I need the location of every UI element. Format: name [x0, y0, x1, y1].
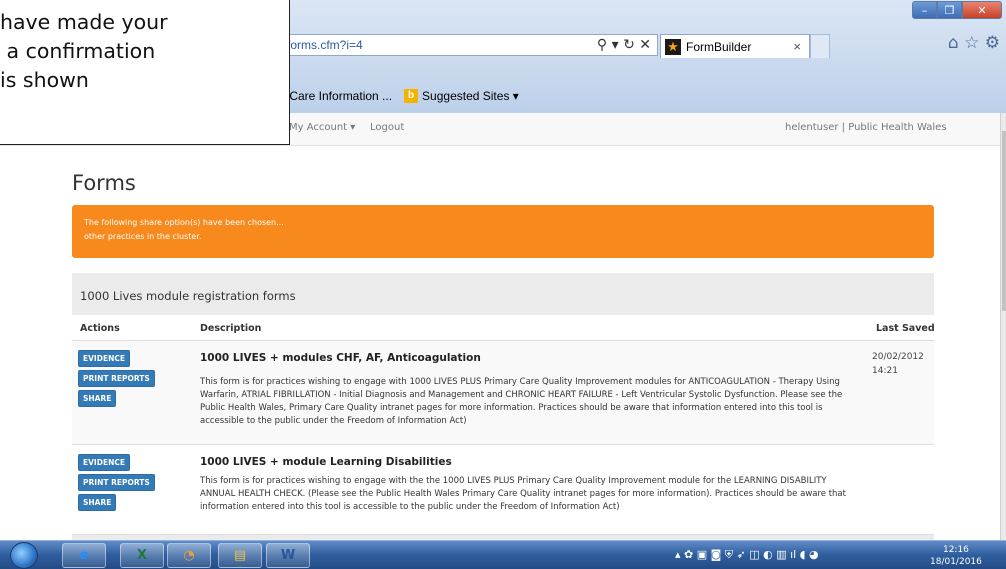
bing-icon: b [404, 89, 419, 103]
page-scrollbar[interactable] [1000, 113, 1006, 540]
favorite-suggested-sites[interactable]: Suggested Sites ▾ [422, 89, 519, 103]
toolbar-icons[interactable]: ⌂ ☆ ⚙ [948, 33, 1000, 53]
form-description: This form is for practices wishing to en… [200, 476, 846, 512]
window-controls: – ❐ ✕ [912, 1, 1002, 19]
print-reports-button[interactable]: PRINT REPORTS [78, 474, 155, 491]
user-info: helentuser | Public Health Wales [785, 122, 947, 133]
column-header-actions: Actions [80, 323, 120, 334]
folder-icon: ▤ [233, 548, 247, 563]
address-text[interactable]: forms.cfm?i=4 [281, 38, 597, 52]
favorites-bar: y Care Information ... b Suggested Sites… [280, 86, 519, 106]
last-saved-time: 14:21 [872, 366, 898, 376]
clock[interactable]: 12:16 18/01/2016 [930, 544, 982, 568]
row-actions: EVIDENCE PRINT REPORTS SHARE [78, 350, 155, 407]
scroll-thumb[interactable] [1002, 131, 1006, 311]
taskbar-ie[interactable]: e [62, 543, 106, 568]
tab-title: FormBuilder [686, 39, 752, 54]
clock-date: 18/01/2016 [930, 557, 982, 567]
logout-link[interactable]: Logout [370, 122, 404, 133]
taskbar-outlook[interactable]: ◔ [167, 543, 211, 568]
taskbar: e X ◔ ▤ W ▴ ✿ ▣ ◙ ⛨ ➶ ◫ ◐ ▥ ıl ◖ ◕ 12:16… [0, 540, 1006, 569]
system-tray-icons[interactable]: ▴ ✿ ▣ ◙ ⛨ ➶ ◫ ◐ ▥ ıl ◖ ◕ [675, 548, 819, 562]
excel-icon: X [136, 548, 148, 563]
form-description: This form is for practices wishing to en… [200, 377, 843, 426]
evidence-button[interactable]: EVIDENCE [78, 454, 130, 471]
share-button[interactable]: SHARE [78, 494, 117, 511]
star-favicon-icon: ★ [665, 38, 681, 55]
alert-line-2: other practices in the cluster. [84, 232, 202, 241]
callout-line-2: a confirmation [0, 39, 156, 63]
my-account-menu[interactable]: My Account ▾ [289, 122, 355, 133]
last-saved-date: 20/02/2012 [872, 352, 924, 362]
page-title: Forms [72, 171, 136, 195]
start-button[interactable] [10, 542, 38, 569]
address-bar-icons[interactable]: ⚲ ▾ ↻ ✕ [597, 37, 657, 53]
clock-time: 12:16 [942, 545, 969, 555]
ie-icon: e [79, 548, 89, 563]
alert-line-1: The following share option(s) have been … [84, 218, 284, 227]
tab-formbuilder[interactable]: ★ FormBuilder × [660, 34, 810, 58]
column-header-last-saved: Last Saved [876, 323, 935, 334]
taskbar-explorer[interactable]: ▤ [218, 543, 262, 568]
taskbar-word[interactable]: W [266, 543, 310, 568]
table-row: EVIDENCE PRINT REPORTS SHARE 1000 LIVES … [72, 444, 934, 534]
evidence-button[interactable]: EVIDENCE [78, 350, 130, 367]
maximize-button[interactable]: ❐ [937, 1, 962, 19]
row-actions: EVIDENCE PRINT REPORTS SHARE [78, 454, 155, 511]
tab-close-icon[interactable]: × [793, 39, 801, 54]
close-window-button[interactable]: ✕ [962, 1, 1002, 19]
share-button[interactable]: SHARE [78, 390, 117, 407]
form-title[interactable]: 1000 LIVES + modules CHF, AF, Anticoagul… [200, 352, 481, 364]
new-tab-button[interactable] [810, 34, 830, 58]
form-title[interactable]: 1000 LIVES + module Learning Disabilitie… [200, 456, 452, 468]
address-bar[interactable]: forms.cfm?i=4 ⚲ ▾ ↻ ✕ [280, 34, 658, 56]
panel-title: 1000 Lives module registration forms [72, 273, 934, 315]
callout-line-3: is shown [0, 68, 89, 92]
taskbar-excel[interactable]: X [120, 543, 164, 568]
last-saved: 20/02/2012 14:21 [872, 350, 924, 378]
outlook-icon: ◔ [183, 548, 195, 563]
instruction-callout: have made your a confirmation is shown [0, 0, 290, 145]
word-icon: W [280, 548, 296, 563]
column-header-description: Description [200, 323, 262, 334]
print-reports-button[interactable]: PRINT REPORTS [78, 370, 155, 387]
minimize-button[interactable]: – [912, 1, 937, 19]
callout-line-1: have made your [0, 10, 168, 34]
table-row: EVIDENCE PRINT REPORTS SHARE 1000 LIVES … [72, 340, 934, 444]
share-alert: The following share option(s) have been … [72, 205, 934, 258]
favorite-care-information[interactable]: y Care Information ... [280, 89, 392, 103]
